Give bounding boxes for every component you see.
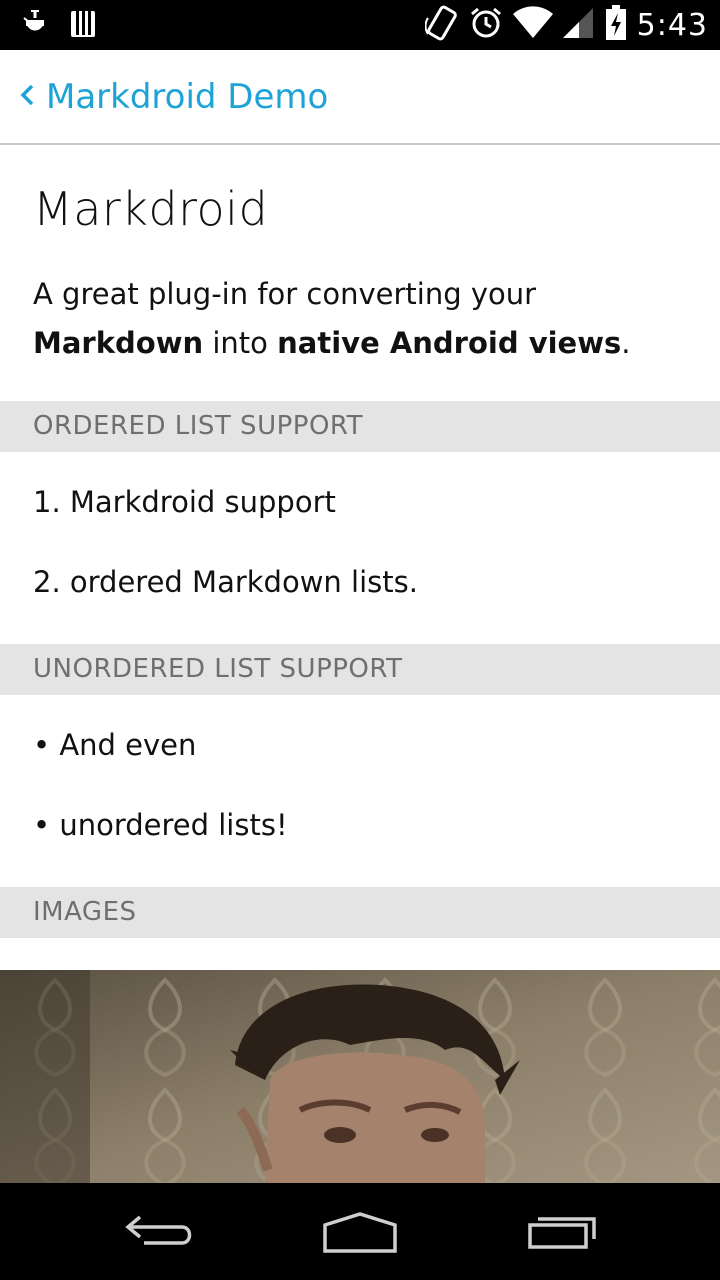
wifi-icon: [512, 6, 553, 44]
list-item: • unordered lists!: [33, 808, 288, 842]
action-bar: Markdroid Demo: [0, 50, 720, 145]
storage-icon: [70, 9, 96, 43]
list-item: 2. ordered Markdown lists.: [33, 565, 418, 599]
section-title: IMAGES: [33, 897, 137, 927]
chevron-left-icon: [18, 83, 36, 111]
section-title: ORDERED LIST SUPPORT: [33, 411, 363, 441]
back-arrow-icon: [125, 1215, 192, 1245]
up-navigation-button[interactable]: Markdroid Demo: [18, 77, 328, 117]
intro-paragraph: A great plug-in for converting your Mark…: [33, 270, 693, 368]
back-button[interactable]: [124, 1211, 196, 1255]
section-header-ordered: ORDERED LIST SUPPORT: [0, 401, 720, 452]
section-header-images: IMAGES: [0, 887, 720, 938]
list-item: 1. Markdroid support: [33, 485, 336, 519]
intro-text-3: .: [621, 326, 631, 360]
section-title: UNORDERED LIST SUPPORT: [33, 654, 403, 684]
usb-debug-icon: [22, 8, 48, 44]
app-title: Markdroid Demo: [46, 76, 329, 117]
home-icon: [323, 1212, 397, 1253]
alarm-icon: [469, 6, 503, 44]
recents-icon: [528, 1217, 596, 1249]
recents-button[interactable]: [526, 1211, 598, 1255]
page-heading: Markdroid: [33, 182, 269, 236]
list-item: • And even: [33, 728, 197, 762]
markdown-content[interactable]: Markdroid A great plug-in for converting…: [0, 147, 720, 1183]
navigation-bar: [0, 1183, 720, 1280]
section-header-unordered: UNORDERED LIST SUPPORT: [0, 644, 720, 695]
markdown-image: [0, 970, 720, 1183]
status-bar: 5:43: [0, 0, 720, 50]
intro-bold-2: native Android views: [277, 326, 622, 360]
intro-bold-1: Markdown: [33, 326, 204, 360]
clock: 5:43: [636, 7, 708, 43]
battery-charging-icon: [605, 5, 627, 45]
cell-signal-icon: [562, 6, 595, 44]
home-button[interactable]: [322, 1211, 398, 1259]
screen-rotation-icon: [424, 4, 459, 46]
intro-text-2: into: [203, 326, 278, 360]
intro-text-1: A great plug-in for converting your: [33, 277, 537, 311]
